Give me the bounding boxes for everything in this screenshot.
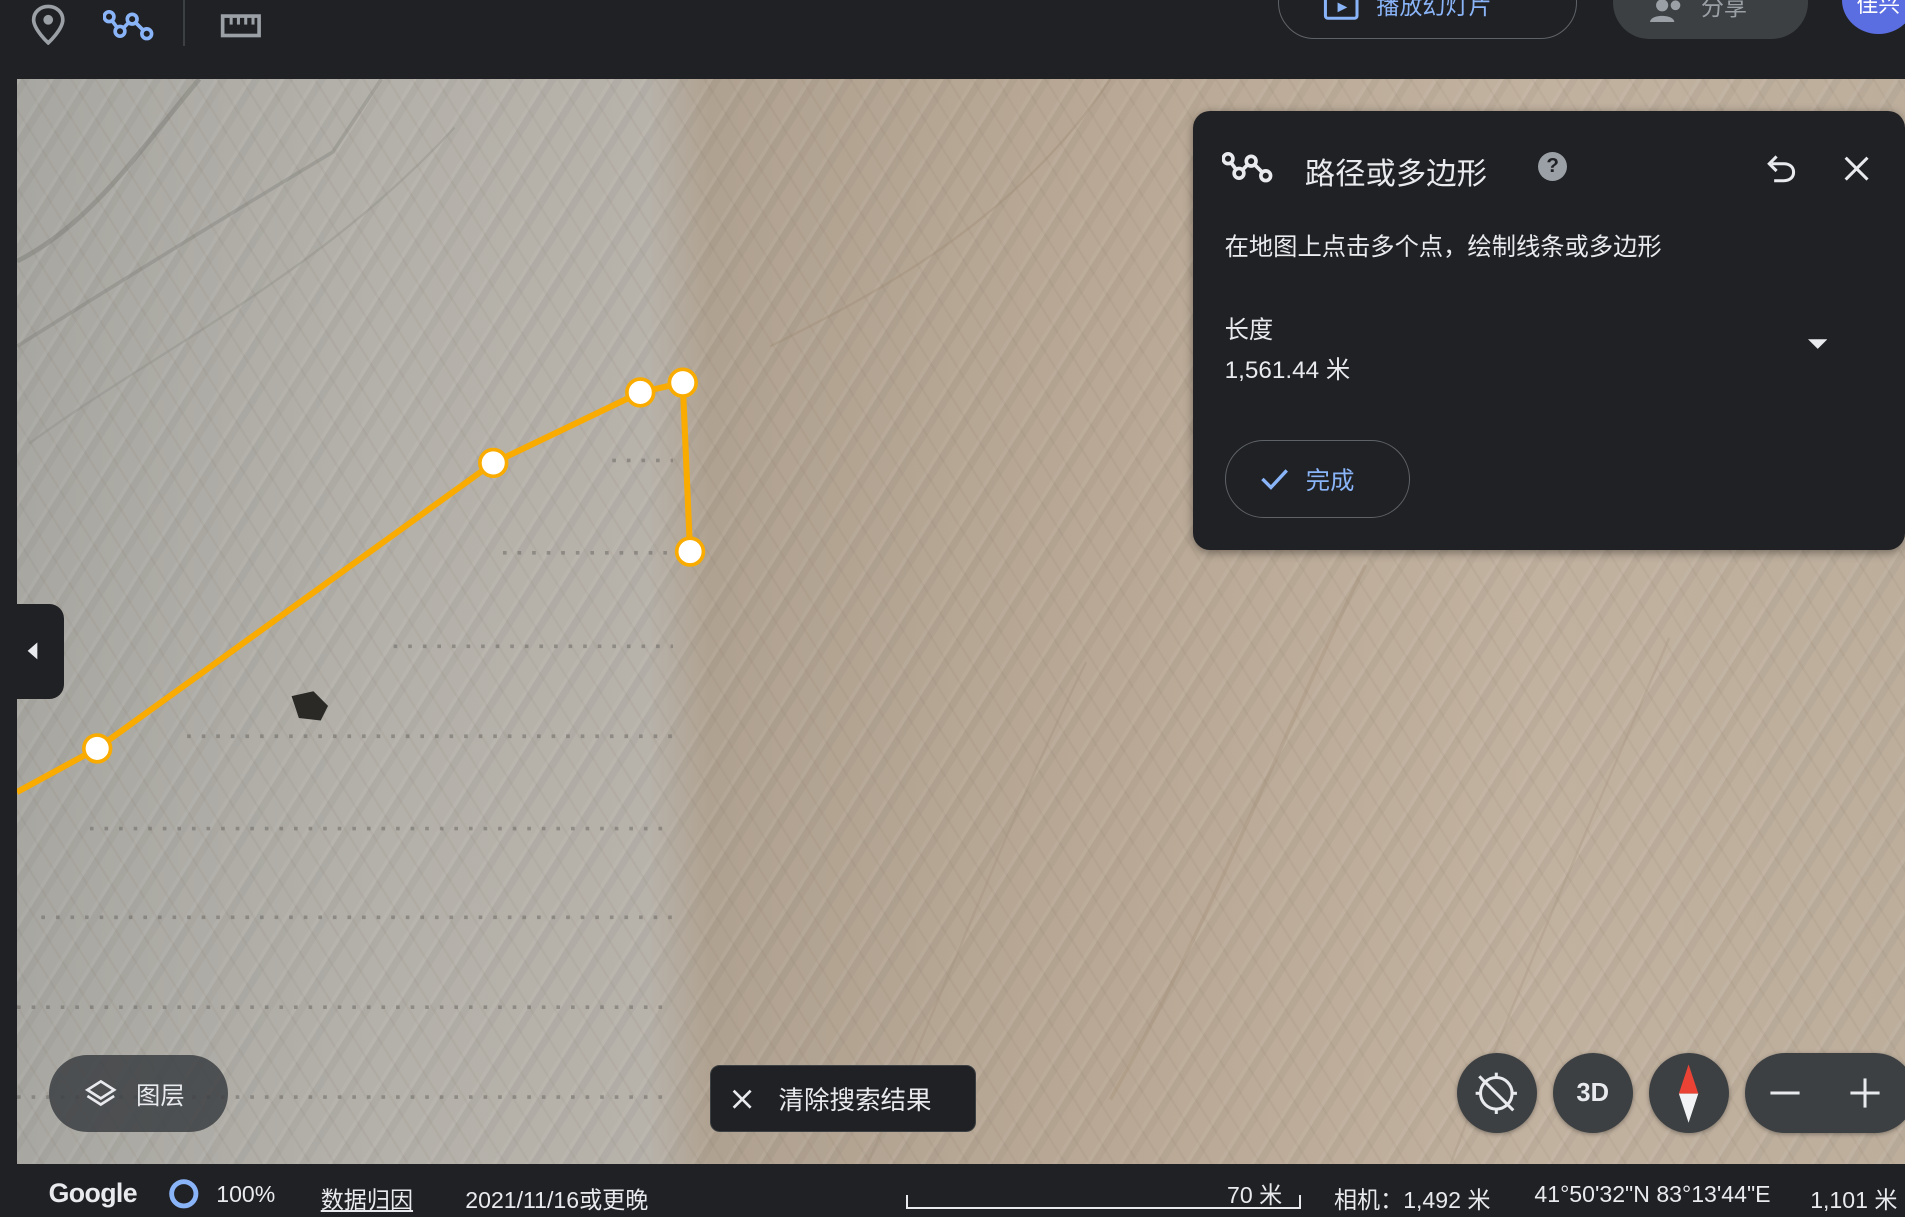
caret-down-icon bbox=[1807, 338, 1828, 349]
measure-button[interactable] bbox=[214, 0, 267, 49]
loading-ring-icon bbox=[168, 1178, 200, 1216]
path-polygon-panel: 路径或多边形 ? 在地图上点击多个点，绘制线条或多边形 长度 1,561.44 … bbox=[1193, 110, 1905, 551]
scale-bar bbox=[906, 1195, 1302, 1209]
side-panel-toggle[interactable] bbox=[0, 603, 65, 699]
toggle-3d-button[interactable]: 3D bbox=[1552, 1053, 1633, 1134]
zoom-in-button[interactable] bbox=[1825, 1053, 1905, 1133]
path-vertex[interactable] bbox=[625, 377, 656, 408]
disable-auto-orbit-button[interactable] bbox=[1456, 1053, 1537, 1134]
clear-search-label: 清除搜索结果 bbox=[778, 1087, 932, 1116]
imagery-attribution-link[interactable]: 数据归因 bbox=[321, 1181, 413, 1215]
drawn-path-line[interactable] bbox=[17, 379, 694, 795]
imagery-date: 2021/11/16或更晚 bbox=[465, 1186, 649, 1213]
help-icon[interactable]: ? bbox=[1538, 151, 1568, 181]
share-people-icon bbox=[1649, 0, 1681, 22]
plus-icon bbox=[1850, 1078, 1880, 1108]
close-icon bbox=[732, 1089, 752, 1109]
rotation-off-icon bbox=[1476, 1072, 1518, 1115]
undo-icon bbox=[1766, 155, 1795, 183]
path-vertex[interactable] bbox=[674, 536, 706, 567]
done-button[interactable]: 完成 bbox=[1224, 439, 1411, 518]
done-label: 完成 bbox=[1305, 468, 1355, 496]
panel-title: 路径或多边形 bbox=[1304, 158, 1487, 192]
minus-icon bbox=[1770, 1091, 1800, 1095]
path-vertex[interactable] bbox=[667, 367, 698, 398]
path-vertex[interactable] bbox=[478, 447, 509, 479]
google-earth-window: 播放幻灯片 分享 佳兴 路径或多边形 ? 在地图上点击多个点，绘制线条或多边形 … bbox=[0, 0, 1905, 1217]
length-value: 1,561.44 米 bbox=[1224, 356, 1351, 384]
clear-search-results-button[interactable]: 清除搜索结果 bbox=[709, 1065, 976, 1133]
elevation: 1,101 米 bbox=[1810, 1186, 1898, 1213]
compass-icon bbox=[1678, 1064, 1699, 1123]
coordinates: 41°50'32"N 83°13'44"E bbox=[1534, 1180, 1771, 1207]
add-placemark-button[interactable] bbox=[22, 0, 75, 49]
field-rows bbox=[17, 458, 674, 1099]
slideshow-icon bbox=[1323, 0, 1359, 20]
toolbar-divider bbox=[183, 0, 185, 47]
building-mark bbox=[291, 691, 329, 721]
toggle-3d-label: 3D bbox=[1576, 1078, 1610, 1107]
layers-button[interactable]: 图层 bbox=[48, 1054, 229, 1133]
camera-altitude: 相机：1,492 米 bbox=[1333, 1186, 1491, 1213]
chevron-left-icon bbox=[27, 642, 38, 660]
compass-button[interactable] bbox=[1648, 1053, 1729, 1134]
layers-icon bbox=[85, 1079, 117, 1106]
panel-instruction: 在地图上点击多个点，绘制线条或多边形 bbox=[1224, 234, 1662, 262]
ruler-icon bbox=[220, 13, 261, 38]
top-toolbar: 播放幻灯片 分享 佳兴 bbox=[0, 0, 1905, 79]
path-vertices[interactable] bbox=[82, 367, 706, 764]
zoom-out-button[interactable] bbox=[1745, 1053, 1825, 1133]
draw-path-button[interactable] bbox=[102, 0, 155, 49]
share-label: 分享 bbox=[1700, 0, 1747, 20]
status-bar: Google 100% 数据归因 2021/11/16或更晚 70 米 相机：1… bbox=[0, 1163, 1905, 1217]
placemark-icon bbox=[32, 4, 65, 45]
path-polygon-icon bbox=[1222, 152, 1273, 183]
close-icon bbox=[1844, 156, 1869, 181]
close-panel-button[interactable] bbox=[1832, 145, 1881, 194]
check-icon bbox=[1260, 468, 1288, 490]
unit-dropdown[interactable] bbox=[1800, 327, 1834, 361]
load-percent: 100% bbox=[216, 1180, 276, 1207]
google-logo: Google bbox=[48, 1178, 138, 1209]
layers-label: 图层 bbox=[136, 1082, 185, 1110]
undo-button[interactable] bbox=[1754, 145, 1803, 194]
slideshow-label: 播放幻灯片 bbox=[1376, 0, 1492, 19]
avatar-text: 佳兴 bbox=[1856, 0, 1901, 18]
share-button[interactable]: 分享 bbox=[1613, 0, 1808, 39]
path-polygon-icon bbox=[103, 10, 154, 41]
slideshow-button[interactable]: 播放幻灯片 bbox=[1278, 0, 1577, 39]
length-label: 长度 bbox=[1224, 316, 1274, 344]
zoom-controls bbox=[1744, 1053, 1905, 1134]
path-vertex[interactable] bbox=[82, 733, 113, 764]
account-avatar[interactable]: 佳兴 bbox=[1841, 0, 1905, 35]
